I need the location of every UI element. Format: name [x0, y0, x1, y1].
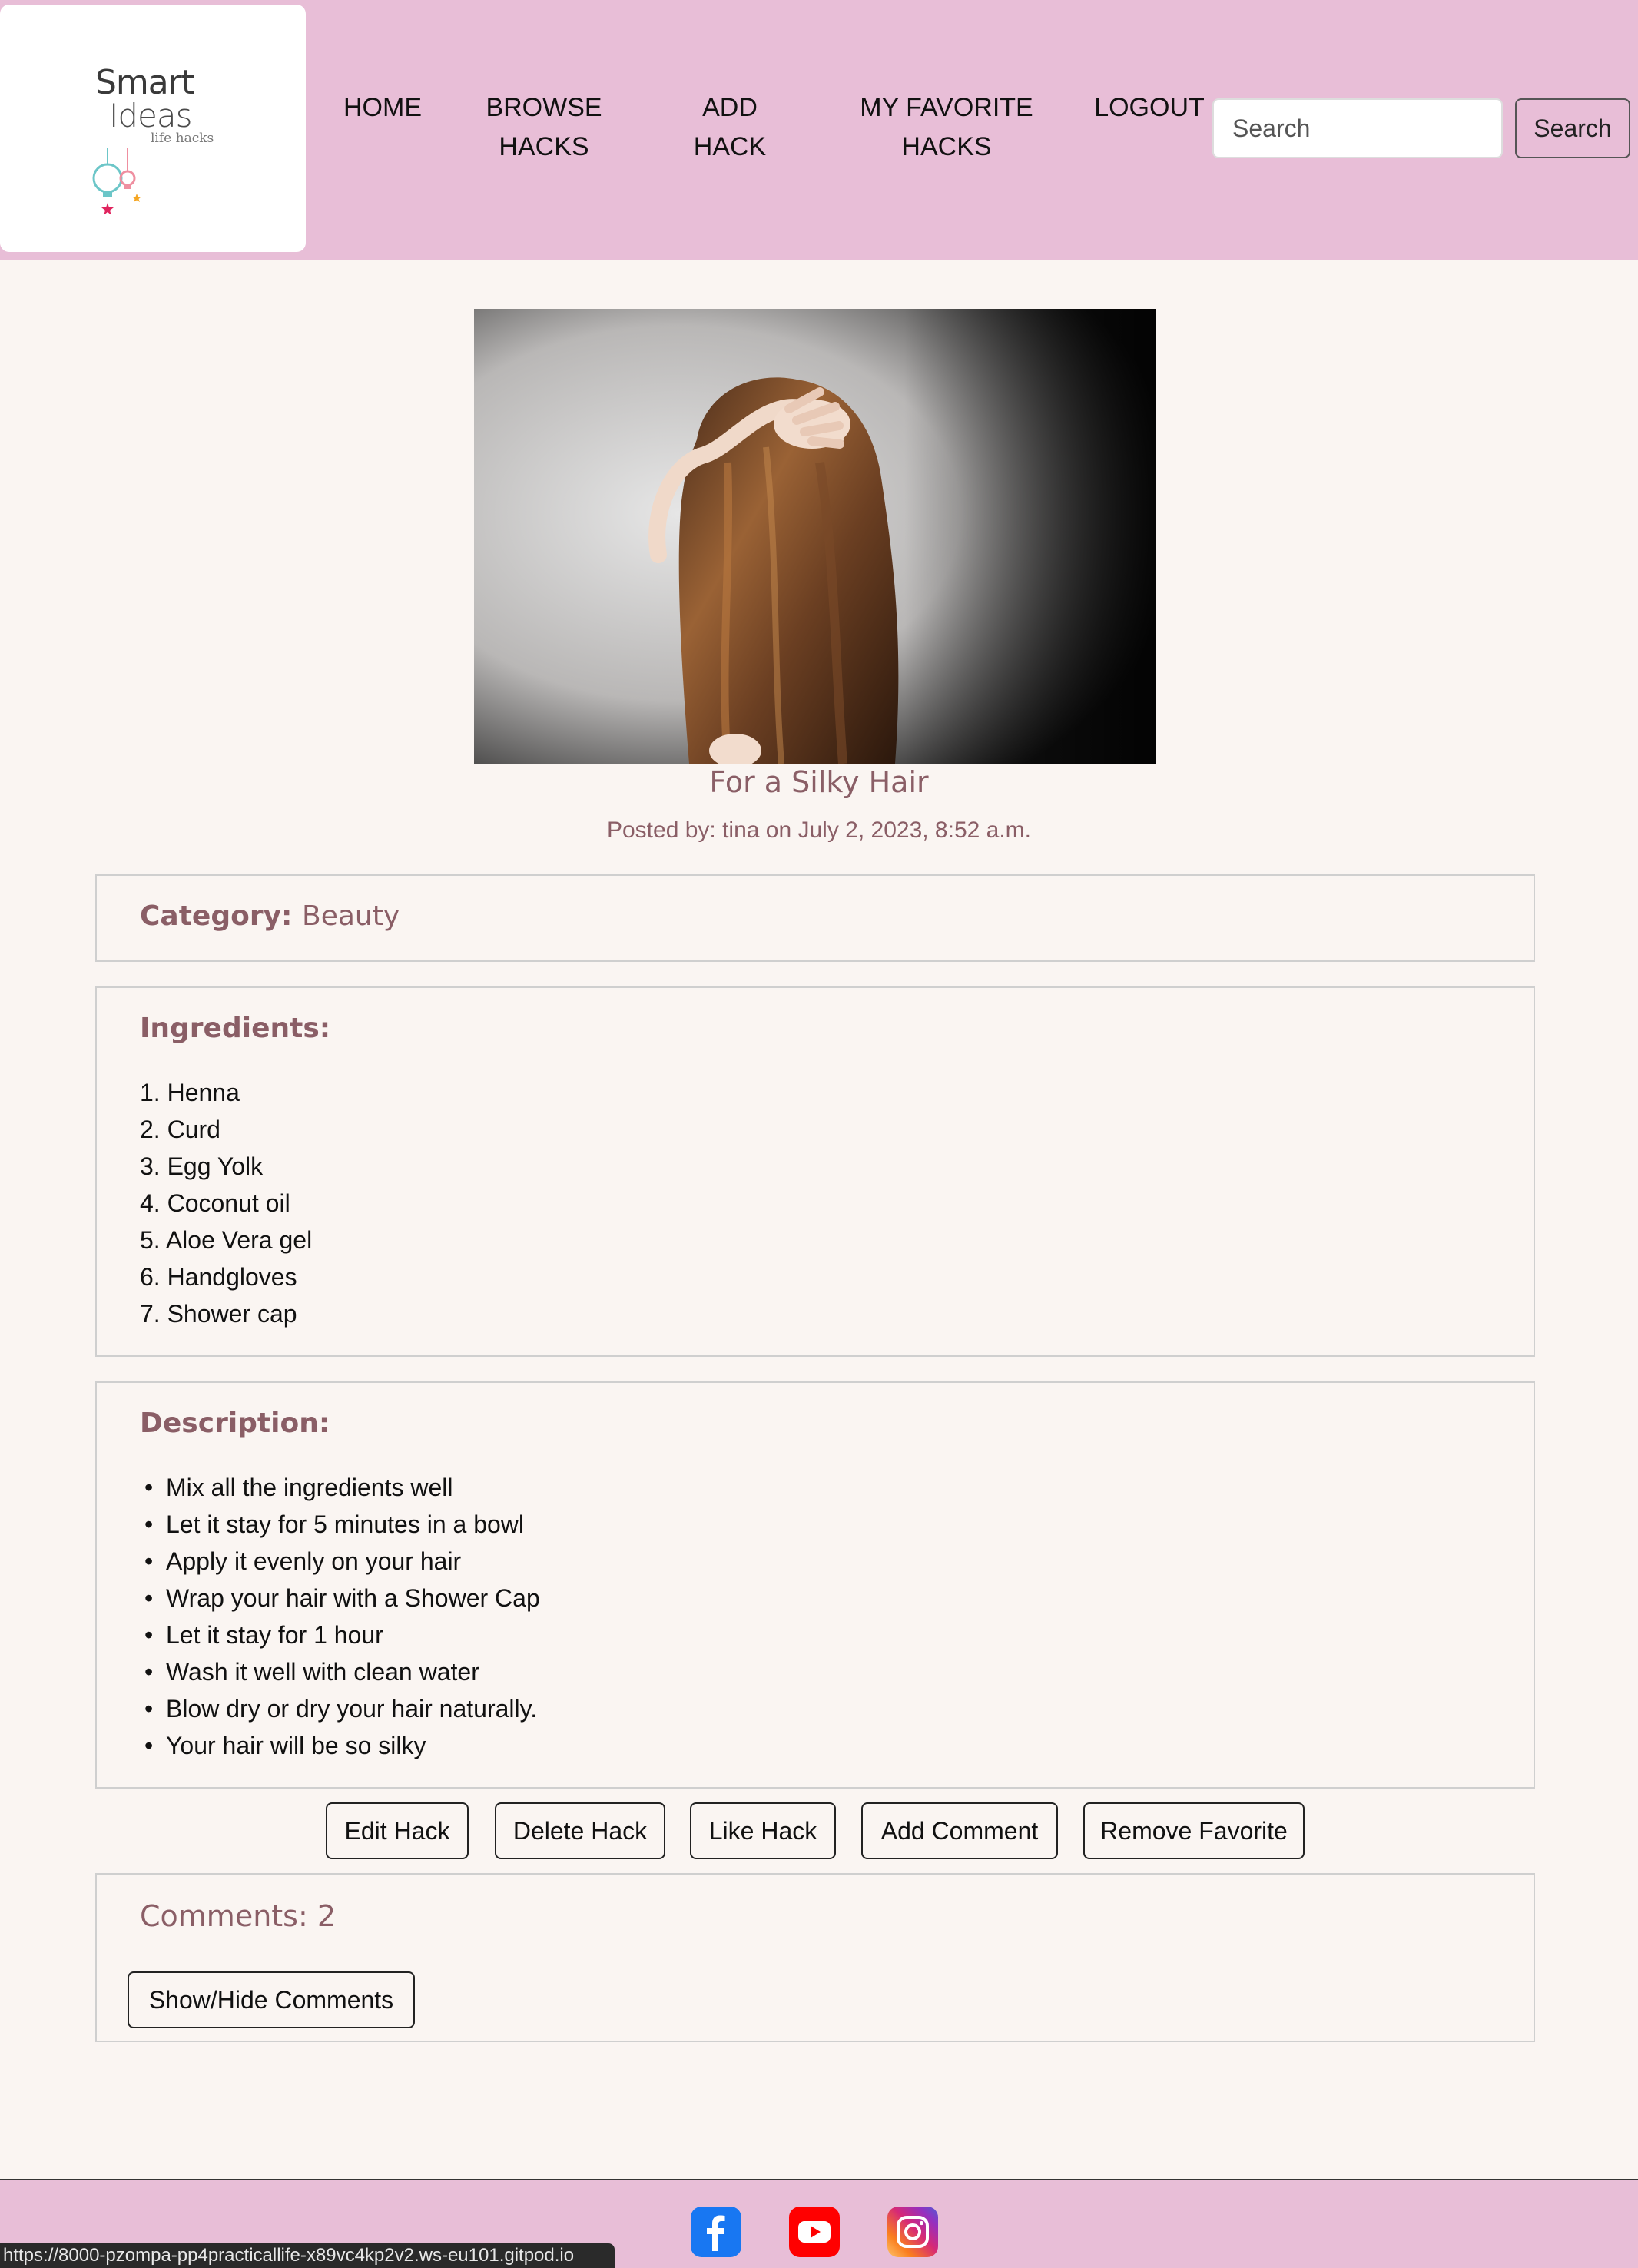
- logo-tagline: life hacks: [151, 131, 214, 146]
- comments-count: Comments: 2: [140, 1899, 337, 1933]
- instagram-icon[interactable]: [887, 2207, 938, 2257]
- ingredients-heading: Ingredients:: [140, 1013, 331, 1044]
- hack-posted-by: Posted by: tina on July 2, 2023, 8:52 a.…: [606, 817, 1031, 843]
- ingredient-item: 6. Handgloves: [140, 1263, 297, 1291]
- ingredient-item: 7. Shower cap: [140, 1300, 297, 1328]
- ingredient-item: 4. Coconut oil: [140, 1189, 290, 1217]
- lightbulb-icon: [92, 148, 141, 215]
- description-item: Wrap your hair with a Shower Cap: [140, 1580, 540, 1616]
- ingredients-card: Ingredients: 1. Henna 2. Curd 3. Egg Yol…: [95, 986, 1535, 1357]
- nav-logout[interactable]: LOGOUT: [1089, 88, 1209, 128]
- nav-browse-hacks[interactable]: BROWSE HACKS: [476, 88, 612, 167]
- link-preview-status-bar: https://8000-pzompa-pp4practicallife-x89…: [0, 2243, 615, 2268]
- nav-home[interactable]: HOME: [338, 88, 427, 128]
- description-list: Mix all the ingredients well Let it stay…: [140, 1469, 540, 1764]
- hack-image: [474, 309, 1156, 764]
- hack-title: For a Silky Hair: [709, 765, 929, 799]
- ingredient-item: 5. Aloe Vera gel: [140, 1226, 313, 1254]
- facebook-icon[interactable]: [691, 2207, 741, 2257]
- site-logo[interactable]: Smart Ideas life hacks: [0, 5, 306, 252]
- description-item: Mix all the ingredients well: [140, 1469, 540, 1506]
- ingredient-item: 2. Curd: [140, 1116, 220, 1143]
- description-item: Let it stay for 1 hour: [140, 1616, 540, 1653]
- navbar: Smart Ideas life hacks HOME BROWSE HACKS…: [0, 0, 1638, 260]
- description-item: Apply it evenly on your hair: [140, 1543, 540, 1580]
- description-card: Description: Mix all the ingredients wel…: [95, 1381, 1535, 1789]
- youtube-icon[interactable]: [789, 2207, 840, 2257]
- nav-my-favorite-hacks[interactable]: MY FAVORITE HACKS: [845, 88, 1048, 167]
- remove-favorite-button[interactable]: Remove Favorite: [1083, 1802, 1305, 1859]
- category-label: Category:: [140, 900, 293, 932]
- like-hack-button[interactable]: Like Hack: [690, 1802, 836, 1859]
- category-value: Beauty: [302, 900, 400, 932]
- category-card: Category: Beauty: [95, 874, 1535, 962]
- edit-hack-button[interactable]: Edit Hack: [326, 1802, 469, 1859]
- search-button[interactable]: Search: [1515, 98, 1630, 158]
- show-hide-comments-button[interactable]: Show/Hide Comments: [128, 1971, 415, 2028]
- description-item: Wash it well with clean water: [140, 1653, 540, 1690]
- logo-text-ideas: Ideas: [109, 97, 193, 134]
- search-input[interactable]: [1212, 98, 1503, 158]
- description-item: Blow dry or dry your hair naturally.: [140, 1690, 540, 1727]
- description-item: Your hair will be so silky: [140, 1727, 540, 1764]
- description-item: Let it stay for 5 minutes in a bowl: [140, 1506, 540, 1543]
- comments-card: Comments: 2 Show/Hide Comments: [95, 1873, 1535, 2042]
- ingredient-item: 3. Egg Yolk: [140, 1152, 264, 1180]
- category-line: Category: Beauty: [140, 900, 400, 932]
- nav-add-hack[interactable]: ADD HACK: [676, 88, 784, 167]
- add-comment-button[interactable]: Add Comment: [861, 1802, 1058, 1859]
- ingredients-list: 1. Henna 2. Curd 3. Egg Yolk 4. Coconut …: [140, 1074, 312, 1332]
- delete-hack-button[interactable]: Delete Hack: [495, 1802, 665, 1859]
- ingredient-item: 1. Henna: [140, 1079, 240, 1106]
- description-heading: Description:: [140, 1408, 330, 1439]
